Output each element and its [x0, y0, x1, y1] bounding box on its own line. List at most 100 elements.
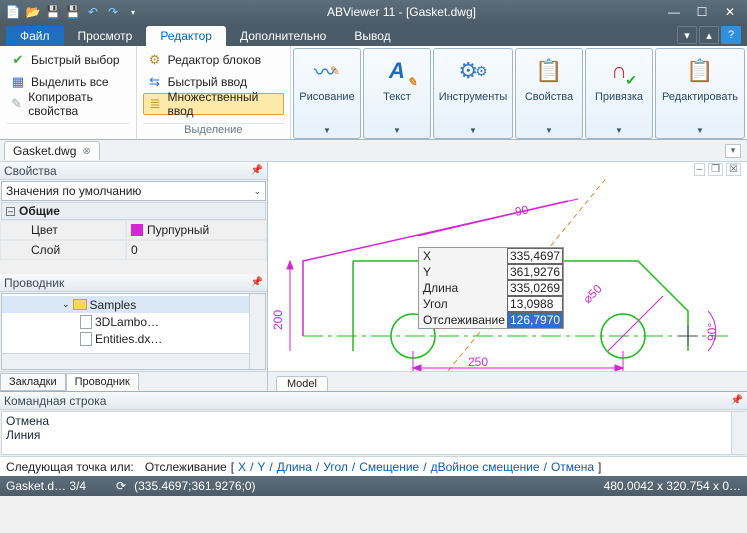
menu-row: Файл Просмотр Редактор Дополнительно Выв… — [0, 24, 747, 46]
status-icon[interactable]: ⟳ — [116, 479, 126, 493]
chevron-down-icon: ▼ — [323, 126, 331, 135]
block-editor-button[interactable]: ⚙ Редактор блоков — [143, 49, 284, 71]
coord-tooltip: X335,4697 Y361,9276 Длина335,0269 Угол13… — [418, 247, 564, 329]
multi-input-button[interactable]: ≣ Множественный ввод — [143, 93, 284, 115]
folder-icon — [73, 299, 87, 310]
document-tab-row: Gasket.dwg ⊗ ▾ — [0, 140, 747, 162]
open-icon[interactable]: 📂 — [24, 3, 42, 21]
cmd-link-double-offset[interactable]: дВойное смещение — [431, 460, 540, 474]
saveall-icon[interactable]: 💾 — [64, 3, 82, 21]
window-title: ABViewer 11 - [Gasket.dwg] — [142, 5, 661, 19]
drawing-canvas[interactable]: 250 200 90 ⌀50 — [268, 176, 747, 371]
coord-key-length: Длина — [419, 280, 507, 296]
svg-text:⌀50: ⌀50 — [580, 281, 605, 306]
chevron-down-icon: ▼ — [545, 126, 553, 135]
tab-bookmarks[interactable]: Закладки — [0, 373, 66, 391]
coord-val-length[interactable]: 335,0269 — [507, 280, 563, 296]
mdi-restore-icon[interactable]: ❐ — [708, 163, 723, 176]
maximize-button[interactable]: ☐ — [689, 3, 715, 21]
mdi-buttons: – ❐ ☒ — [268, 162, 747, 176]
arrows-icon: ⇆ — [147, 74, 163, 90]
quick-select-button[interactable]: ✔ Быстрый выбор — [6, 49, 130, 71]
prop-row-color[interactable]: Цвет Пурпурный — [0, 220, 267, 240]
snap-button[interactable]: ∩✔ Привязка ▼ — [585, 48, 653, 139]
properties-category[interactable]: – Общие — [1, 202, 266, 220]
model-tab-row: Model — [268, 371, 747, 391]
explorer-header: Проводник 📌 — [0, 274, 267, 292]
gears-icon: ⚙⚙ — [457, 55, 489, 87]
redo-icon[interactable]: ↷ — [104, 3, 122, 21]
menu-view[interactable]: Просмотр — [64, 26, 147, 46]
explorer-tree[interactable]: ⌄Samples 3DLambo… Entities.dx… — [1, 293, 266, 370]
tree-folder-samples[interactable]: ⌄Samples — [2, 296, 265, 313]
multi-input-label: Множественный ввод — [167, 90, 279, 118]
prop-row-layer[interactable]: Слой 0 — [0, 240, 267, 260]
command-prompt[interactable]: Следующая точка или: Отслеживание [ X/ Y… — [0, 456, 747, 476]
cmd-link-cancel[interactable]: Отмена — [551, 460, 594, 474]
prop-key-color: Цвет — [0, 220, 126, 240]
scrollbar-vertical[interactable] — [731, 412, 747, 454]
scrollbar-horizontal[interactable] — [2, 353, 249, 369]
cmd-link-offset[interactable]: Смещение — [359, 460, 419, 474]
explorer-title: Проводник — [4, 276, 64, 290]
close-tab-icon[interactable]: ⊗ — [82, 146, 90, 157]
workspace: Свойства 📌 Значения по умолчанию ⌄ – Общ… — [0, 162, 747, 391]
menu-file[interactable]: Файл — [6, 26, 64, 46]
document-tab[interactable]: Gasket.dwg ⊗ — [4, 141, 100, 160]
brush-icon: ✎ — [10, 96, 23, 112]
properties-selector[interactable]: Значения по умолчанию ⌄ — [1, 181, 266, 201]
help-icon[interactable]: ? — [721, 26, 741, 44]
ribbon-big-buttons: 〰✎ Рисование ▼ A✎ Текст ▼ ⚙⚙ Инструменты… — [291, 46, 747, 139]
edit-button[interactable]: 📋 Редактировать ▼ — [655, 48, 745, 139]
coord-val-angle[interactable]: 13,0988 — [507, 296, 563, 312]
mdi-close-icon[interactable]: ☒ — [726, 163, 741, 176]
command-history[interactable]: Отмена Линия — [1, 411, 746, 455]
cmd-link-x[interactable]: X — [238, 460, 246, 474]
new-icon[interactable]: 📄 — [4, 3, 22, 21]
quick-access-toolbar: 📄 📂 💾 💾 ↶ ↷ ▾ — [0, 3, 142, 21]
qat-dropdown-icon[interactable]: ▾ — [124, 3, 142, 21]
collapse-ribbon-icon[interactable]: ▴ — [699, 26, 719, 44]
tab-explorer[interactable]: Проводник — [66, 373, 139, 391]
mdi-min-icon[interactable]: – — [694, 163, 706, 176]
file-icon — [80, 332, 92, 346]
prompt-mode: Отслеживание — [145, 460, 227, 474]
cmd-link-angle[interactable]: Угол — [323, 460, 348, 474]
menu-additional[interactable]: Дополнительно — [226, 26, 340, 46]
text-button[interactable]: A✎ Текст ▼ — [363, 48, 431, 139]
pin-icon[interactable]: 📌 — [251, 277, 263, 288]
collapse-icon[interactable]: – — [6, 207, 15, 216]
tools-button[interactable]: ⚙⚙ Инструменты ▼ — [433, 48, 513, 139]
pin-icon[interactable]: 📌 — [251, 165, 263, 176]
cmd-link-y[interactable]: Y — [257, 460, 265, 474]
model-tab[interactable]: Model — [276, 376, 328, 391]
close-button[interactable]: ✕ — [717, 3, 743, 21]
status-coords: (335.4697;361.9276;0) — [134, 479, 255, 493]
menu-output[interactable]: Вывод — [340, 26, 404, 46]
coord-val-y[interactable]: 361,9276 — [507, 264, 563, 280]
tree-file[interactable]: 3DLambo… — [2, 313, 265, 330]
clipboard-edit-icon: 📋 — [684, 55, 716, 87]
save-icon[interactable]: 💾 — [44, 3, 62, 21]
menu-editor[interactable]: Редактор — [146, 26, 226, 46]
prop-val-layer[interactable]: 0 — [126, 240, 267, 260]
properties-button[interactable]: 📋 Свойства ▼ — [515, 48, 583, 139]
undo-icon[interactable]: ↶ — [84, 3, 102, 21]
pin-icon[interactable]: 📌 — [731, 395, 743, 406]
drawing-area-container: – ❐ ☒ — [268, 162, 747, 391]
status-left: Gasket.d… 3/4 — [6, 479, 86, 493]
draw-button[interactable]: 〰✎ Рисование ▼ — [293, 48, 361, 139]
tip-icon[interactable]: ▾ — [677, 26, 697, 44]
minimize-button[interactable]: — — [661, 3, 687, 21]
select-all-label: Выделить все — [31, 75, 109, 89]
tree-file[interactable]: Entities.dx… — [2, 330, 265, 347]
copy-props-button[interactable]: ✎ Копировать свойства — [6, 93, 130, 115]
color-swatch — [131, 224, 143, 236]
coord-val-x[interactable]: 335,4697 — [507, 248, 563, 264]
collapse-panel-icon[interactable]: ▾ — [725, 144, 741, 158]
coord-val-track[interactable]: 126,7970 — [507, 312, 563, 328]
cmd-link-length[interactable]: Длина — [277, 460, 312, 474]
scrollbar-vertical[interactable] — [249, 294, 265, 369]
prop-val-color[interactable]: Пурпурный — [126, 220, 267, 240]
quick-select-label: Быстрый выбор — [31, 53, 120, 67]
